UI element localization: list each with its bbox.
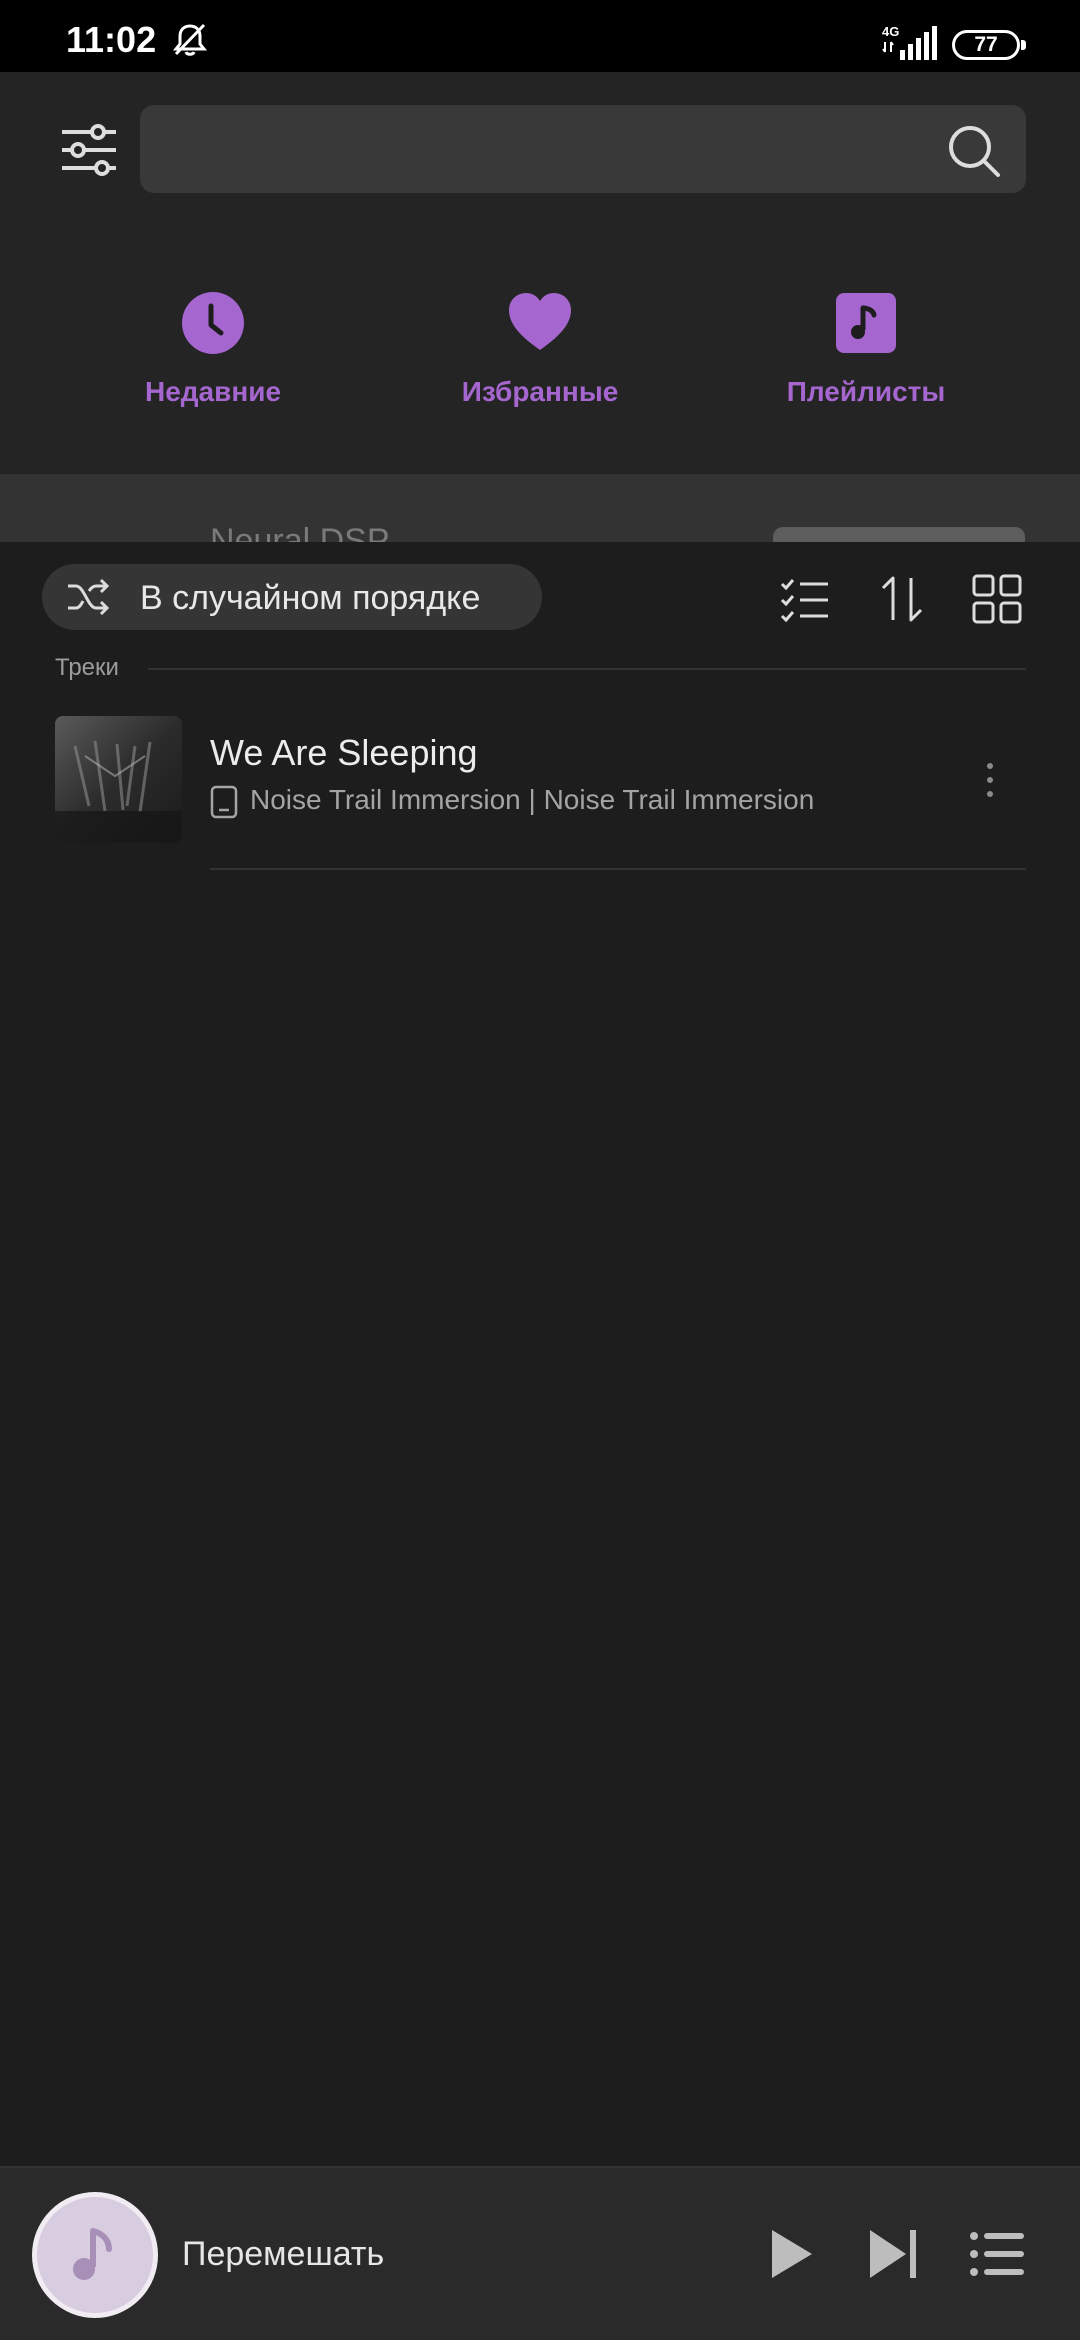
more-options-icon[interactable]: [968, 750, 1012, 810]
track-title: We Are Sleeping: [210, 732, 478, 773]
mini-player[interactable]: Перемешать: [0, 2166, 1080, 2340]
queue-icon[interactable]: [966, 2222, 1030, 2286]
favorites-label: Избранные: [461, 376, 619, 407]
clock-icon: [182, 292, 244, 354]
play-icon[interactable]: [758, 2222, 822, 2286]
shuffle-button[interactable]: В случайном порядке: [42, 564, 542, 630]
now-playing-artwork[interactable]: [32, 2192, 158, 2318]
track-list-panel: В случайном порядке Треки We Are Sleepin…: [0, 542, 1080, 2166]
filter-settings-icon[interactable]: [58, 122, 120, 178]
track-artist-album: Noise Trail Immersion | Noise Trail Imme…: [250, 784, 815, 815]
shuffle-icon: [68, 578, 110, 616]
player-label: Перемешать: [182, 2235, 385, 2273]
peeking-card[interactable]: Neural DSP: [0, 474, 1080, 542]
peek-artist: Neural DSP: [210, 522, 390, 542]
recent-button[interactable]: Недавние: [93, 290, 333, 410]
shuffle-label: В случайном порядке: [140, 579, 481, 617]
signal-icon: 4G: [882, 24, 937, 60]
network-type: 4G: [882, 24, 899, 39]
notifications-muted-icon: [172, 23, 208, 56]
status-time: 11:02: [66, 19, 157, 60]
app-header: Недавние Избранные Плейлисты: [0, 72, 1080, 474]
section-header: Треки: [55, 654, 119, 681]
playlists-label: Плейлисты: [786, 376, 946, 407]
album-cover: [55, 716, 182, 843]
section-divider: [148, 668, 1026, 670]
playlists-button[interactable]: Плейлисты: [746, 290, 986, 410]
heart-icon: [509, 293, 571, 350]
row-divider: [210, 868, 1026, 870]
battery-indicator: 77: [952, 30, 1026, 60]
search-bar[interactable]: [140, 105, 1026, 193]
phone-storage-icon: [210, 785, 238, 818]
grid-view-icon[interactable]: [970, 572, 1024, 626]
recent-label: Недавние: [144, 376, 282, 407]
music-note-icon: [73, 2228, 112, 2280]
search-icon[interactable]: [946, 123, 1002, 179]
sort-icon[interactable]: [876, 572, 930, 626]
track-subtitle: Noise Trail Immersion | Noise Trail Imme…: [210, 782, 814, 819]
peek-button[interactable]: [773, 527, 1025, 542]
track-row[interactable]: We Are Sleeping Noise Trail Immersion | …: [0, 712, 1080, 872]
multi-select-icon[interactable]: [778, 572, 832, 626]
playlist-icon: [836, 293, 896, 353]
favorites-button[interactable]: Избранные: [420, 290, 660, 410]
next-track-icon[interactable]: [862, 2222, 926, 2286]
search-input[interactable]: [166, 105, 946, 193]
status-bar: 11:02 4G 77: [0, 0, 1080, 72]
